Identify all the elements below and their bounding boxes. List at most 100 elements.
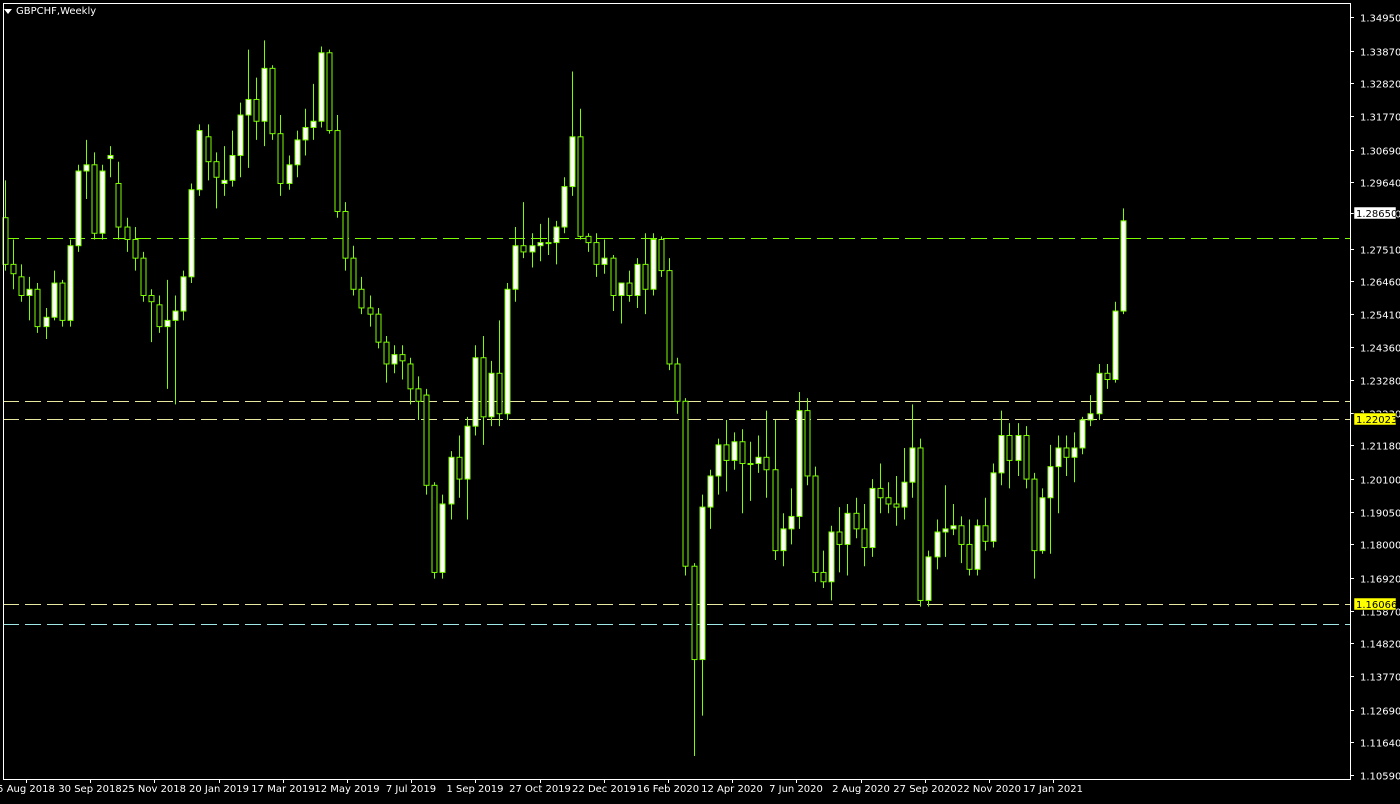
candle-body <box>83 164 90 172</box>
candle-body <box>618 282 625 296</box>
candle-body <box>391 354 398 365</box>
candle-body <box>561 186 568 228</box>
candle-body <box>350 257 357 290</box>
candle-body <box>739 441 746 465</box>
candle-body <box>699 506 706 661</box>
candle-body <box>107 154 114 160</box>
candle-body <box>439 503 446 573</box>
y-tick-label: 1.11640 <box>1360 739 1400 750</box>
candlestick-chart[interactable]: 1.34950 1.33870 1.32820 1.31770 1.30690 1.296… <box>0 0 1400 800</box>
candle-body <box>755 456 762 465</box>
x-tick-label: 22 Nov 2020 <box>957 784 1021 795</box>
candle-body <box>1071 447 1078 458</box>
candles <box>2 40 1127 757</box>
price-label-text: 1.22023 <box>1356 415 1397 426</box>
x-tick-label: 30 Sep 2018 <box>58 784 121 795</box>
candle-body <box>1015 435 1022 461</box>
candle-body <box>1063 447 1070 458</box>
y-tick-label: 1.12690 <box>1360 707 1400 718</box>
candle-body <box>91 164 98 234</box>
candle-body <box>966 543 973 570</box>
candle-body <box>488 372 495 418</box>
candle-body <box>788 515 795 530</box>
candle-body <box>707 475 714 508</box>
dropdown-triangle-icon[interactable] <box>4 8 12 14</box>
candle-body <box>1006 435 1013 461</box>
candle-body <box>877 487 884 499</box>
y-tick-label: 1.20100 <box>1360 476 1400 487</box>
candle-body <box>934 531 941 558</box>
y-tick-label: 1.19050 <box>1360 509 1400 520</box>
candle-body <box>205 136 212 163</box>
candle-body <box>269 67 276 135</box>
candle-body <box>188 189 195 278</box>
candle-body <box>10 263 17 275</box>
y-tick-label: 1.16920 <box>1360 575 1400 586</box>
candle-body <box>277 133 284 184</box>
candle-body <box>237 114 244 156</box>
chart-window[interactable]: 1.34950 1.33870 1.32820 1.31770 1.30690 1.296… <box>0 0 1400 800</box>
x-tick-label: 27 Sep 2020 <box>893 784 956 795</box>
candle-body <box>950 525 957 530</box>
candle-body <box>342 210 349 259</box>
x-tick-label: 12 Apr 2020 <box>701 784 763 795</box>
candle-body <box>520 245 527 253</box>
candle-body <box>132 238 139 259</box>
candle-body <box>67 245 74 321</box>
candle-body <box>545 242 552 245</box>
x-tick-label: 25 Nov 2018 <box>122 784 186 795</box>
candle-body <box>472 357 479 427</box>
candle-body <box>124 226 131 240</box>
y-tick-label: 1.23280 <box>1360 377 1400 388</box>
candle-body <box>626 282 633 296</box>
candle-body <box>998 435 1005 474</box>
candle-body <box>942 528 949 533</box>
y-tick-label: 1.14820 <box>1360 640 1400 651</box>
candle-body <box>1120 220 1127 312</box>
candle-body <box>731 441 738 461</box>
candle-body <box>326 52 333 132</box>
candle-body <box>59 282 66 321</box>
candle-body <box>221 179 228 184</box>
candle-body <box>828 531 835 583</box>
candle-body <box>261 67 268 122</box>
candle-body <box>585 235 592 244</box>
price-axis[interactable]: 1.34950 1.33870 1.32820 1.31770 1.30690 1.296… <box>1350 14 1400 783</box>
candle-body <box>140 257 147 296</box>
candle-body <box>958 525 965 545</box>
symbol-title[interactable]: GBPCHF,Weekly <box>4 4 96 18</box>
candle-body <box>537 242 544 247</box>
candle-body <box>18 276 25 296</box>
candle-body <box>763 456 770 471</box>
candle-body <box>747 463 754 466</box>
candle-body <box>1023 435 1030 480</box>
y-tick-label: 1.30690 <box>1360 147 1400 158</box>
candle-body <box>593 242 600 265</box>
x-tick-label: 7 Jul 2019 <box>386 784 436 795</box>
time-axis[interactable]: 5 Aug 2018 30 Sep 2018 25 Nov 2018 20 Jan 2… <box>0 779 1083 795</box>
x-tick-label: 17 Jan 2021 <box>1023 784 1083 795</box>
candle-body <box>1047 466 1054 499</box>
candle-body <box>448 456 455 505</box>
candle-body <box>772 469 779 552</box>
y-tick-label: 1.25410 <box>1360 311 1400 322</box>
candle-body <box>836 531 843 545</box>
candle-body <box>723 444 730 461</box>
y-tick-label: 1.18000 <box>1360 541 1400 552</box>
x-tick-label: 27 Oct 2019 <box>509 784 571 795</box>
candle-body <box>156 304 163 328</box>
candle-body <box>164 319 171 328</box>
candle-body <box>480 357 487 418</box>
candle-body <box>1087 413 1094 421</box>
candle-body <box>925 556 932 601</box>
candle-body <box>610 257 617 296</box>
candle-body <box>456 456 463 480</box>
candle-body <box>990 472 997 542</box>
candle-body <box>431 484 438 573</box>
y-tick-label: 1.27510 <box>1360 246 1400 257</box>
candle-body <box>674 363 681 402</box>
candle-body <box>553 226 560 244</box>
y-tick-label: 1.13770 <box>1360 673 1400 684</box>
candle-body <box>512 245 519 290</box>
candle-body <box>26 288 33 296</box>
